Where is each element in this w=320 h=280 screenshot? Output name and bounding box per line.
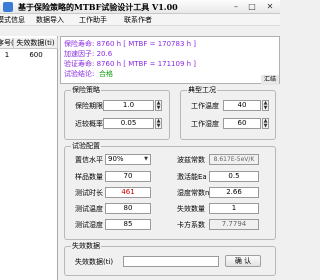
work-temperature-input[interactable]: 40 [223,100,261,111]
test-duration-label: 测试时长 [75,189,103,197]
failure-data-label: 失效数据(ti) [75,258,114,266]
failure-data-legend: 失效数据 [71,242,101,250]
spin-down-icon[interactable]: ▼ [156,124,161,129]
menu-item-mode-info[interactable]: 模式信息 [0,15,25,25]
result-panel: 保险寿命: 8760 h [ MTBF = 170783 h ] 加速因子: 2… [60,36,280,85]
summary-button[interactable]: 汇结 [261,75,279,85]
recent-probability-stepper[interactable]: ▲ ▼ [155,118,162,129]
test-config-legend: 试验配置 [71,142,101,150]
menu-item-contact-author[interactable]: 联系作者 [124,15,152,25]
sample-count-label: 样品数量 [75,173,103,181]
failure-count-input[interactable]: 1 [209,203,259,214]
spin-down-icon[interactable]: ▼ [263,106,268,111]
acceleration-factor-text: 加速因子: 20.6 [64,50,113,58]
menu-item-work-helper[interactable]: 工作助手 [79,15,107,25]
chi-square-label: 卡方系数 [177,221,205,229]
typical-conditions-group: 典型工况 工作温度 40 ▲ ▼ 工作湿度 60 ▲ ▼ [180,86,276,140]
minimize-icon[interactable]: – [230,1,242,12]
title-bar: 基于保险策略的MTBF试验设计工具 V1.00 – □ ✕ [0,0,280,14]
verdict-value: 合格 [99,70,113,78]
boltzmann-constant-label: 波兹常数 [177,156,205,164]
verdict-label: 试验结论: [64,70,95,78]
activation-energy-input[interactable]: 0.5 [209,171,259,182]
confidence-level-select[interactable]: 90% ▼ [105,154,151,165]
confidence-level-value: 90% [108,155,124,163]
chi-square-input[interactable]: 7.7794 [209,219,259,230]
failure-data-input[interactable] [123,256,219,267]
column-header-index[interactable]: 序号(i) [0,38,14,49]
table-cell-index[interactable]: 1 [0,50,14,60]
test-duration-input[interactable]: 461 [105,187,151,198]
boltzmann-constant-input[interactable]: 8.617E-5eV/K [209,154,259,165]
column-header-failure-data[interactable]: 失效数据(ti) [14,38,58,49]
recent-probability-input[interactable]: 0.05 [103,118,154,129]
menu-bar: 模式信息 数据导入 工作助手 联系作者 [0,14,280,26]
verified-life-text: 验证寿命: 8760 h [ MTBF = 171109 h ] [64,60,197,68]
insurance-period-input[interactable]: 1.0 [103,100,154,111]
app-icon [3,2,13,12]
work-temperature-label: 工作温度 [191,102,219,110]
failure-data-table: 序号(i) 失效数据(ti) 1 600 [0,36,58,280]
work-temperature-stepper[interactable]: ▲ ▼ [262,100,269,111]
test-temperature-input[interactable]: 80 [105,203,151,214]
work-humidity-input[interactable]: 60 [223,118,261,129]
test-temperature-label: 测试温度 [75,205,103,213]
recent-probability-label: 近较概率 [75,120,103,128]
confidence-level-label: 置信水平 [75,156,103,164]
chevron-down-icon[interactable]: ▼ [142,155,150,164]
table-cell-failure-data[interactable]: 600 [14,50,58,60]
insurance-period-label: 保险期限 [75,102,103,110]
work-humidity-stepper[interactable]: ▲ ▼ [262,118,269,129]
test-config-group: 试验配置 置信水平 90% ▼ 样品数量 70 测试时长 461 测试温度 80… [64,142,276,240]
window-title: 基于保险策略的MTBF试验设计工具 V1.00 [18,2,178,12]
insurance-strategy-group: 保险策略 保险期限 1.0 ▲ ▼ 近较概率 0.05 ▲ ▼ [64,86,170,140]
insurance-period-stepper[interactable]: ▲ ▼ [155,100,162,111]
activation-energy-label: 激活能Ea [177,173,207,181]
test-humidity-input[interactable]: 85 [105,219,151,230]
insurance-strategy-legend: 保险策略 [71,86,101,94]
maximize-icon[interactable]: □ [246,1,258,12]
confirm-button[interactable]: 确 认 [225,255,261,267]
typical-conditions-legend: 典型工况 [187,86,217,94]
spin-down-icon[interactable]: ▼ [263,124,268,129]
sample-count-input[interactable]: 70 [105,171,151,182]
spin-down-icon[interactable]: ▼ [156,106,161,111]
insurance-life-text: 保险寿命: 8760 h [ MTBF = 170783 h ] [64,40,197,48]
menu-item-data-import[interactable]: 数据导入 [36,15,64,25]
humidity-exponent-label: 湿度常数n [177,189,210,197]
close-icon[interactable]: ✕ [264,1,276,12]
failure-data-group: 失效数据 失效数据(ti) 确 认 [64,242,276,276]
test-humidity-label: 测试湿度 [75,221,103,229]
failure-count-label: 失效数量 [177,205,205,213]
work-humidity-label: 工作湿度 [191,120,219,128]
humidity-exponent-input[interactable]: 2.66 [209,187,259,198]
